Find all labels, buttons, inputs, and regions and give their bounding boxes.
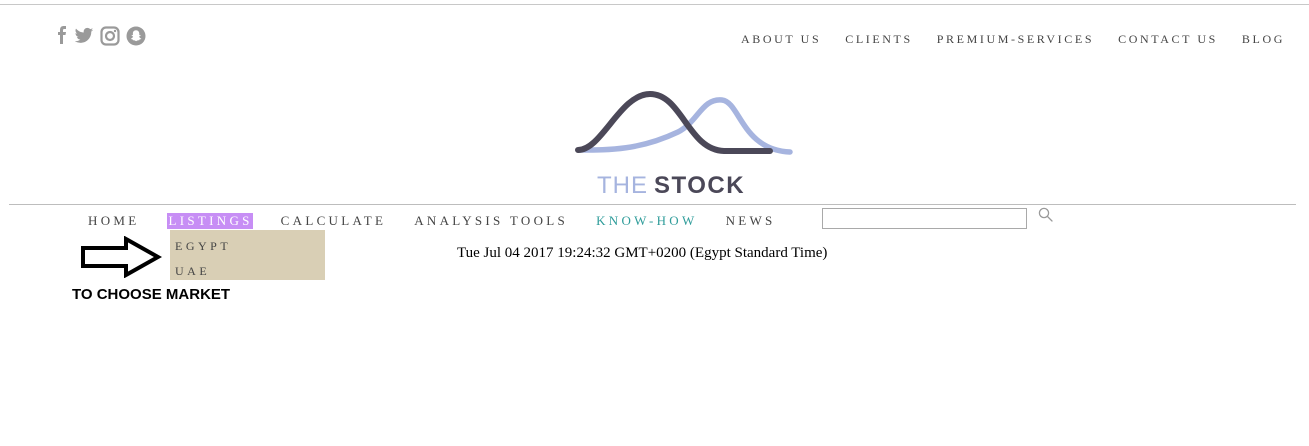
nav-know-how[interactable]: KNOW-HOW bbox=[596, 213, 698, 229]
twitter-icon[interactable] bbox=[74, 27, 94, 50]
brand-the: THE bbox=[597, 172, 648, 199]
brand-wordmark: THE STOCK bbox=[597, 172, 745, 200]
dropdown-item-egypt[interactable]: EGYPT bbox=[175, 239, 231, 254]
listings-dropdown-menu: EGYPT UAE bbox=[170, 230, 325, 280]
instagram-icon[interactable] bbox=[100, 26, 120, 51]
nav-listings[interactable]: LISTINGS bbox=[167, 213, 253, 229]
annotation-text: TO CHOOSE MARKET bbox=[72, 286, 231, 303]
nav-divider bbox=[9, 204, 1296, 205]
right-arrow-icon bbox=[80, 235, 163, 283]
search-input[interactable] bbox=[822, 208, 1027, 229]
main-navigation: HOME LISTINGS CALCULATE ANALYSIS TOOLS K… bbox=[88, 213, 804, 229]
top-navigation: ABOUT US CLIENTS PREMIUM-SERVICES CONTAC… bbox=[741, 32, 1285, 47]
nav-analysis-tools[interactable]: ANALYSIS TOOLS bbox=[414, 213, 568, 229]
top-nav-blog[interactable]: BLOG bbox=[1242, 32, 1285, 47]
logo-mountain-icon[interactable] bbox=[574, 88, 796, 163]
snapchat-icon[interactable] bbox=[126, 26, 146, 51]
nav-calculate[interactable]: CALCULATE bbox=[281, 213, 387, 229]
dropdown-item-uae[interactable]: UAE bbox=[175, 264, 210, 279]
search-icon[interactable] bbox=[1038, 207, 1054, 228]
social-links bbox=[56, 26, 146, 51]
top-nav-about-us[interactable]: ABOUT US bbox=[741, 32, 821, 47]
top-border bbox=[0, 4, 1309, 5]
top-nav-clients[interactable]: CLIENTS bbox=[845, 32, 913, 47]
brand-stock: STOCK bbox=[654, 172, 746, 199]
facebook-icon[interactable] bbox=[56, 26, 68, 51]
current-datetime: Tue Jul 04 2017 19:24:32 GMT+0200 (Egypt… bbox=[457, 245, 828, 261]
top-nav-premium-services[interactable]: PREMIUM-SERVICES bbox=[937, 32, 1094, 47]
nav-home[interactable]: HOME bbox=[88, 213, 139, 229]
top-nav-contact-us[interactable]: CONTACT US bbox=[1118, 32, 1218, 47]
nav-news[interactable]: NEWS bbox=[726, 213, 776, 229]
